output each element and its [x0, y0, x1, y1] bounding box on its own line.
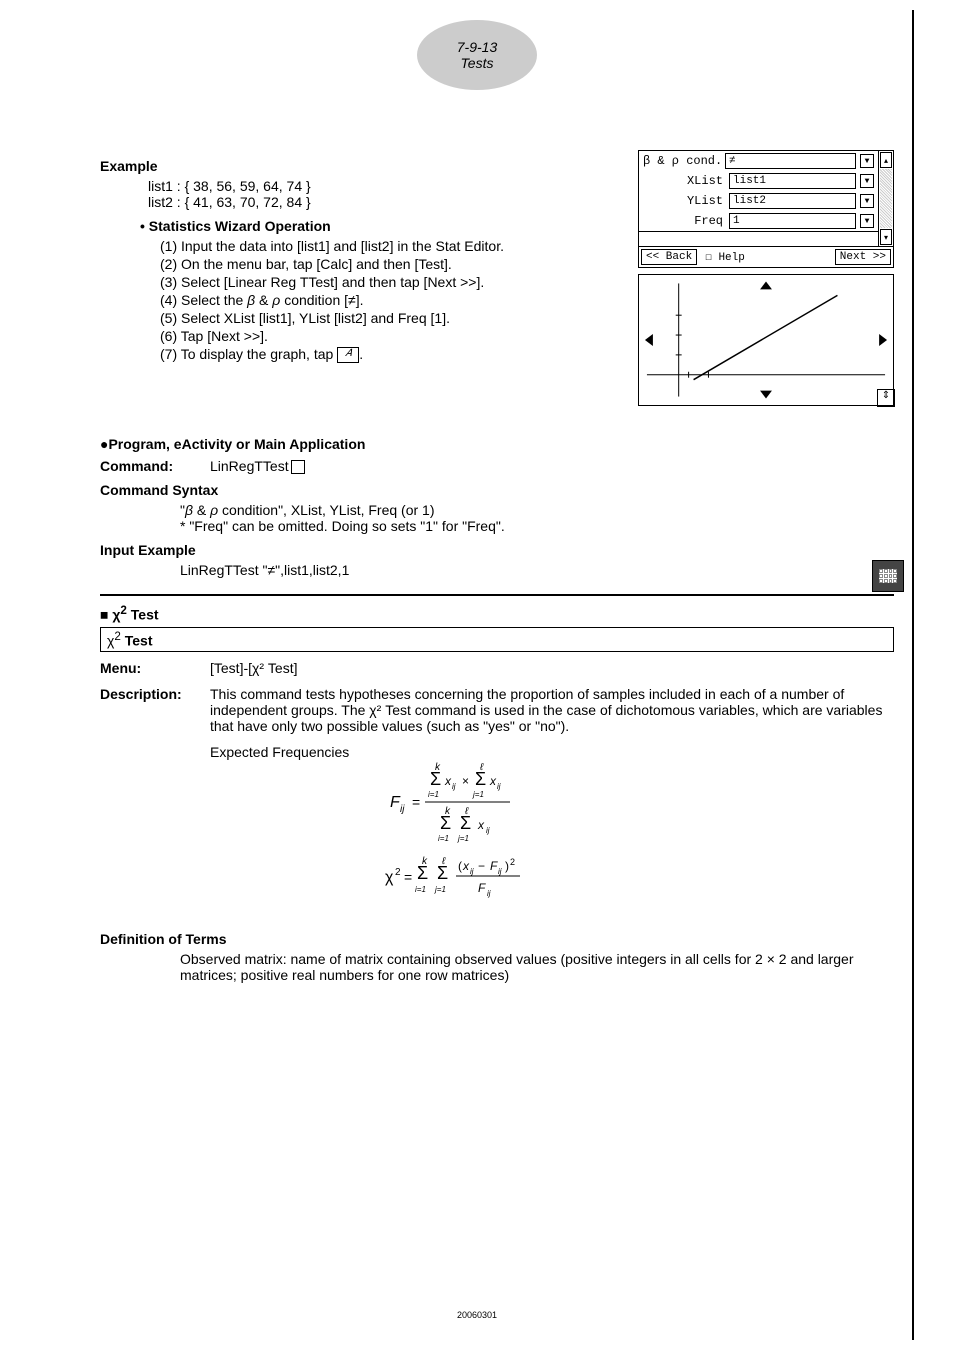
- svg-text:x: x: [477, 818, 485, 832]
- menu-label: Menu:: [100, 660, 210, 676]
- step-6: (6) Tap [Next >>].: [160, 328, 618, 344]
- command-label: Command:: [100, 458, 210, 474]
- svg-text:i=1: i=1: [428, 790, 439, 799]
- svg-text:x: x: [462, 859, 470, 873]
- svg-text:ij: ij: [497, 782, 501, 791]
- svg-text:Σ: Σ: [440, 813, 451, 833]
- svg-text:j=1: j=1: [457, 834, 469, 843]
- back-button[interactable]: << Back: [641, 249, 697, 265]
- menu-value: [Test]-[χ² Test]: [210, 660, 297, 676]
- wizard-heading: • Statistics Wizard Operation: [140, 218, 618, 234]
- scroll-up-icon[interactable]: ▴: [880, 152, 892, 168]
- calculator-screenshot: β & ρ cond. ≠ ▼ XList list1 ▼ YList: [638, 150, 894, 406]
- formula-block: F ij = k Σ i=1 x ij × ℓ Σ j=1 x ij: [380, 752, 580, 915]
- step-5: (5) Select XList [list1], YList [list2] …: [160, 310, 618, 326]
- syntax-line2: * "Freq" can be omitted. Doing so sets "…: [180, 518, 894, 534]
- svg-text:χ: χ: [385, 869, 394, 886]
- graph-area: ⇕: [638, 274, 894, 406]
- svg-text:Σ: Σ: [460, 813, 471, 833]
- svg-text:×: ×: [462, 774, 469, 788]
- svg-text:Σ: Σ: [417, 863, 428, 883]
- header-section: Tests: [461, 55, 494, 71]
- step-2: (2) On the menu bar, tap [Calc] and then…: [160, 256, 618, 272]
- scroll-down-icon[interactable]: ▾: [880, 229, 892, 245]
- resize-icon[interactable]: ⇕: [877, 389, 895, 407]
- calculator-mode-icon: [872, 560, 904, 592]
- svg-text:=: =: [412, 794, 420, 810]
- svg-text:−: −: [478, 859, 485, 873]
- expected-label: Expected Frequencies: [210, 744, 380, 923]
- step-3: (3) Select [Linear Reg TTest] and then t…: [160, 274, 618, 290]
- svg-text:ij: ij: [452, 782, 456, 791]
- cond-dropdown[interactable]: ▼: [860, 154, 874, 168]
- chi-heading: ■ χ2 Test: [100, 604, 894, 623]
- xlist-label: XList: [643, 174, 727, 188]
- vertical-scrollbar[interactable]: ▴ ▾: [878, 151, 893, 246]
- description-label: Description:: [100, 686, 210, 734]
- svg-text:2: 2: [395, 867, 401, 878]
- description-text: This command tests hypotheses concerning…: [210, 686, 894, 734]
- input-example-value: LinRegTTest "≠",list1,list2,1: [180, 562, 894, 578]
- svg-text:ij: ij: [470, 867, 474, 876]
- command-square-icon: [291, 460, 305, 474]
- example-heading: Example: [100, 158, 618, 174]
- header-pagenum: 7-9-13: [457, 39, 497, 55]
- syntax-line1: "β & ρ condition", XList, YList, Freq (o…: [180, 502, 894, 518]
- svg-text:): ): [505, 859, 509, 873]
- command-value: LinRegTTest: [210, 458, 305, 474]
- svg-text:2: 2: [510, 857, 515, 867]
- help-button[interactable]: ☐ Help: [701, 249, 831, 265]
- svg-text:F: F: [490, 859, 498, 873]
- svg-text:F: F: [478, 881, 486, 895]
- svg-text:Σ: Σ: [475, 769, 486, 789]
- step-1: (1) Input the data into [list1] and [lis…: [160, 238, 618, 254]
- cond-label: β & ρ cond.: [643, 154, 723, 168]
- svg-text:ij: ij: [487, 889, 491, 898]
- svg-text:=: =: [404, 869, 412, 885]
- svg-text:x: x: [489, 774, 497, 788]
- svg-text:i=1: i=1: [438, 834, 449, 843]
- definition-text: Observed matrix: name of matrix containi…: [180, 951, 894, 983]
- list2-text: list2 : { 41, 63, 70, 72, 84 }: [148, 194, 618, 210]
- svg-text:ij: ij: [486, 826, 490, 835]
- xlist-input[interactable]: list1: [729, 173, 856, 189]
- freq-input[interactable]: 1: [729, 213, 856, 229]
- svg-text:Σ: Σ: [437, 863, 448, 883]
- step-4: (4) Select the β & ρ condition [≠].: [160, 292, 618, 308]
- graph-icon: 𝐴: [337, 347, 359, 363]
- svg-text:ij: ij: [400, 804, 405, 815]
- ylist-label: YList: [643, 194, 727, 208]
- next-button[interactable]: Next >>: [835, 249, 891, 265]
- svg-text:i=1: i=1: [415, 885, 426, 894]
- freq-dropdown[interactable]: ▼: [860, 214, 874, 228]
- svg-text:ij: ij: [498, 867, 502, 876]
- step-7: (7) To display the graph, tap 𝐴.: [160, 346, 618, 363]
- ylist-dropdown[interactable]: ▼: [860, 194, 874, 208]
- freq-label: Freq: [643, 214, 727, 228]
- svg-text:(: (: [458, 859, 462, 873]
- svg-text:x: x: [444, 774, 452, 788]
- input-example-heading: Input Example: [100, 542, 894, 558]
- svg-text:Σ: Σ: [430, 769, 441, 789]
- ylist-input[interactable]: list2: [729, 193, 856, 209]
- list1-text: list1 : { 38, 56, 59, 64, 74 }: [148, 178, 618, 194]
- page-header: 7-9-13 Tests: [417, 20, 537, 90]
- footer-date: 20060301: [457, 1310, 497, 1320]
- syntax-heading: Command Syntax: [100, 482, 894, 498]
- xlist-dropdown[interactable]: ▼: [860, 174, 874, 188]
- definition-heading: Definition of Terms: [100, 931, 894, 947]
- page-right-border: [912, 10, 914, 1340]
- svg-text:j=1: j=1: [434, 885, 446, 894]
- chi-box: χ2 Test: [100, 627, 894, 652]
- program-heading: ●Program, eActivity or Main Application: [100, 436, 894, 452]
- svg-text:j=1: j=1: [472, 790, 484, 799]
- cond-input[interactable]: ≠: [725, 153, 856, 169]
